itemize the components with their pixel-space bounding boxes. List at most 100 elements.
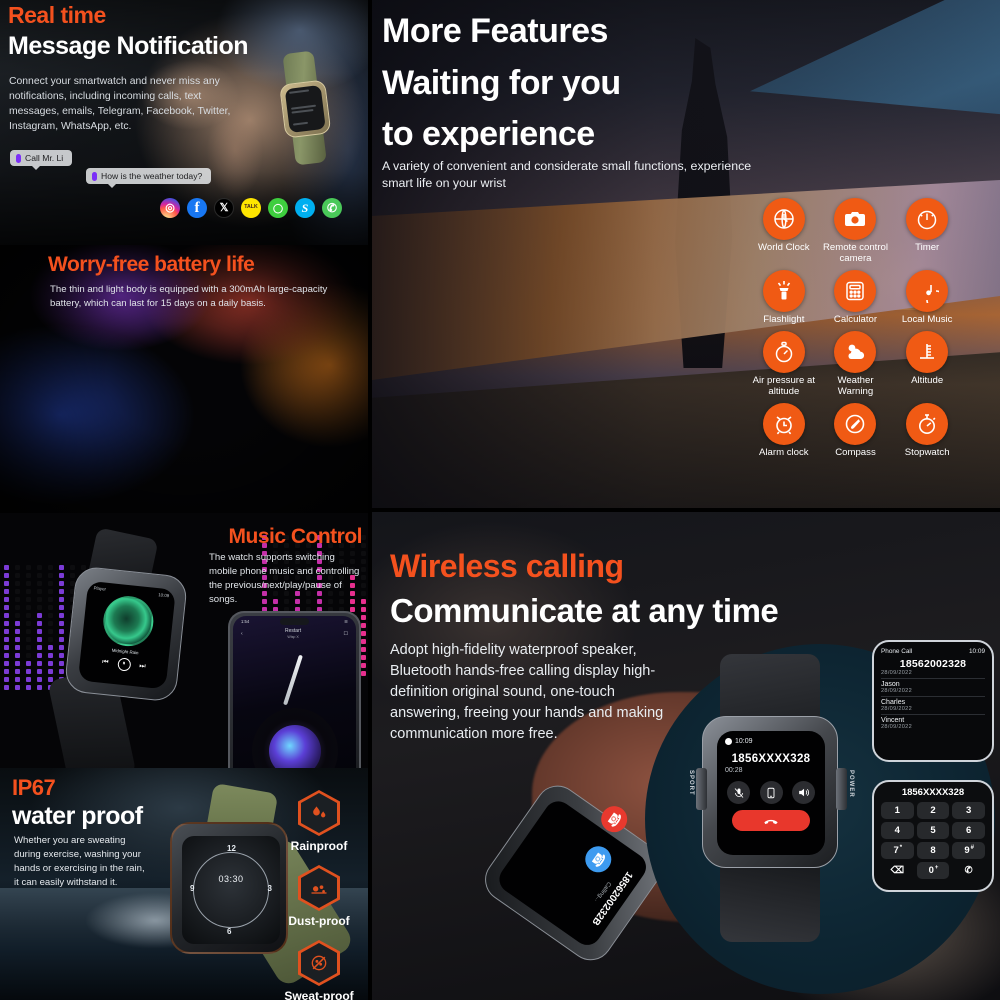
active-call-screen: 10:09 1856XXXX328 00:28: [717, 731, 825, 855]
watch-face-screen: 12 3 6 9 03:30: [182, 836, 280, 944]
product-infographic-collage: Real time Message Notification Connect y…: [0, 0, 1000, 1000]
clock-icon: [725, 738, 732, 745]
badge-label: Rainproof: [290, 839, 348, 853]
call-list-title: Phone Call: [881, 648, 913, 655]
feature-altitude[interactable]: Altitude: [891, 331, 963, 397]
feature-world-clock[interactable]: World Clock: [748, 198, 820, 264]
feature-label: Local Music: [901, 314, 953, 326]
barometer-icon: [762, 331, 805, 374]
panel-waterproof: IP67 water proof Whether you are sweatin…: [0, 768, 368, 1000]
speaker-icon[interactable]: [792, 781, 815, 804]
feature-weather-warning[interactable]: Weather Warning: [820, 331, 892, 397]
dial-key-3[interactable]: 3: [952, 802, 985, 819]
phone-time: 1:54: [241, 619, 250, 624]
facebook-icon: f: [187, 198, 207, 218]
waterproof-title: water proof: [12, 802, 143, 830]
ip-rating: IP67: [12, 775, 56, 800]
call-list-time: 10:09: [969, 648, 985, 655]
phone-signal-icons: ☰: [344, 619, 348, 624]
raindrops-icon: [298, 790, 340, 836]
call-list-item[interactable]: Jason 28/09/2022: [881, 678, 985, 694]
side-label-sport: SPORT: [688, 770, 694, 796]
dial-key-1[interactable]: 1: [881, 802, 914, 819]
vinyl-record-graphic: [251, 708, 338, 768]
badge-rainproof: Rainproof: [274, 790, 364, 853]
feature-stopwatch[interactable]: Stopwatch: [891, 403, 963, 458]
calling-title: Communicate at any time: [390, 592, 779, 629]
instagram-icon: ◎: [160, 198, 180, 218]
play-pause-icon[interactable]: ⏸: [116, 657, 131, 672]
dial-key-9[interactable]: 9 #: [952, 842, 985, 859]
dial-key-2[interactable]: 2: [916, 802, 950, 819]
call-list-main-date: 28/09/2022: [881, 670, 912, 676]
dial-key-digit: 9: [964, 845, 970, 856]
dial-mark-3: 3: [267, 884, 272, 893]
watch-case: Player 10:09 Midnight Rain ⏮ ⏸ ⏭: [63, 565, 189, 703]
watch-side-button-left[interactable]: [696, 768, 707, 810]
dial-key-5[interactable]: 5: [916, 822, 950, 839]
share-icon[interactable]: ☐: [344, 631, 348, 637]
call-time: 10:09: [735, 738, 753, 745]
watch-case: 10:09 1856XXXX328 00:28: [702, 716, 838, 868]
dial-key-0[interactable]: 0 +: [916, 862, 950, 879]
feature-compass[interactable]: Compass: [820, 403, 892, 458]
watch-dial: [193, 852, 269, 928]
next-track-icon[interactable]: ⏭: [139, 662, 146, 671]
dial-key-symbol: +: [934, 864, 939, 871]
active-call-watch: 10:09 1856XXXX328 00:28 SPORT POWER: [684, 654, 859, 942]
call-list-item[interactable]: Charles 28/09/2022: [881, 696, 985, 712]
back-icon[interactable]: ‹: [241, 631, 243, 637]
hangup-icon[interactable]: [732, 810, 810, 831]
dial-key-7[interactable]: 7 *: [881, 842, 914, 859]
call-action-buttons: [725, 781, 817, 804]
dialer-keypad: 1 2 3 4 5 6 7 * 8 9 # ⌫ 0 + ✆: [881, 802, 985, 879]
features-title-line1: More Features: [382, 12, 608, 50]
dial-key-8[interactable]: 8: [916, 842, 950, 859]
call-list-header: Phone Call 10:09: [881, 648, 985, 655]
feature-alarm-clock[interactable]: Alarm clock: [748, 403, 820, 458]
dial-call-icon[interactable]: ✆: [952, 862, 985, 879]
voice-bubble-weather: How is the weather today?: [86, 168, 212, 188]
dial-key-digit: 7: [893, 845, 899, 856]
mic-muted-icon[interactable]: [727, 781, 750, 804]
feature-air-pressure[interactable]: Air pressure at altitude: [748, 331, 820, 397]
feature-calculator[interactable]: Calculator: [820, 270, 892, 325]
dialer-number: 1856XXXX328: [901, 787, 965, 798]
music-player-screen: Player 10:09 Midnight Rain ⏮ ⏸ ⏭: [77, 580, 176, 690]
previous-track-icon[interactable]: ⏮: [102, 658, 109, 667]
feature-label: World Clock: [758, 242, 810, 253]
waterproof-badges: Rainproof Dust-proof Sweat-proof: [274, 790, 364, 1000]
dial-mark-9: 9: [190, 884, 195, 893]
sweat-blocked-icon: [298, 940, 340, 986]
feature-local-music[interactable]: Local Music: [891, 270, 963, 325]
dial-key-4[interactable]: 4: [881, 822, 914, 839]
dial-backspace-icon[interactable]: ⌫: [881, 862, 914, 879]
feature-remote-camera[interactable]: Remote control camera: [820, 198, 892, 264]
feature-flashlight[interactable]: Flashlight: [748, 270, 820, 325]
calculator-icon: [834, 270, 877, 313]
feature-label: Stopwatch: [904, 447, 950, 459]
battery-paragraph: The thin and light body is equipped with…: [50, 284, 328, 309]
contact-name: Charles: [881, 699, 906, 706]
music-paragraph: The watch supports switching mobile phon…: [209, 552, 360, 605]
feature-timer[interactable]: Timer: [891, 198, 963, 264]
music-title: Music Control: [228, 525, 363, 548]
features-title-line2: Waiting for you: [382, 64, 621, 102]
features-title-line3: to experience: [382, 115, 595, 153]
watch-side-button-right[interactable]: [836, 768, 847, 810]
message-eyebrow: Real time: [8, 2, 106, 28]
call-status-bar: 10:09: [725, 738, 817, 745]
contact-date: 28/09/2022: [881, 706, 912, 712]
message-title: Message Notification: [8, 32, 249, 60]
voice-bubble-call: Call Mr. Li: [10, 150, 73, 170]
feature-label: Calculator: [833, 314, 878, 326]
call-list-main-number[interactable]: 18562002328: [881, 658, 985, 670]
feature-label: Air pressure at altitude: [752, 375, 816, 398]
handset-switch-icon[interactable]: [759, 781, 783, 804]
call-list-item[interactable]: Vincent 28/09/2022: [881, 714, 985, 730]
dust-icon: [298, 865, 340, 911]
feature-label: Remote control camera: [822, 242, 889, 265]
dial-key-6[interactable]: 6: [952, 822, 985, 839]
contact-name: Vincent: [881, 717, 905, 724]
feature-label: Weather Warning: [837, 375, 874, 398]
